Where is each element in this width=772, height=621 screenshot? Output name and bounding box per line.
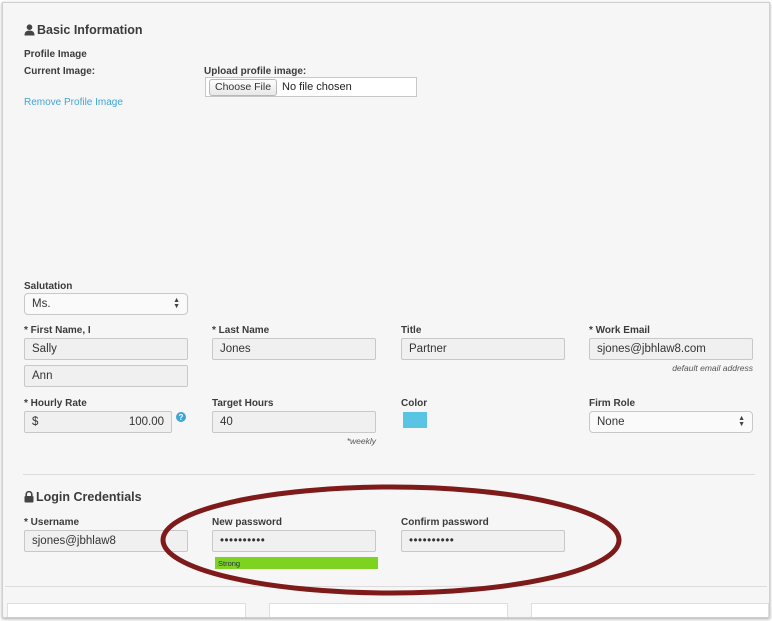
select-arrows-icon: ▲ ▼ — [173, 297, 180, 310]
salutation-label: Salutation — [24, 281, 73, 292]
last-name-value: Jones — [220, 343, 251, 355]
hourly-rate-label: * Hourly Rate — [24, 398, 87, 409]
bottom-column-2 — [269, 603, 508, 617]
work-email-value: sjones@jbhlaw8.com — [597, 343, 706, 355]
last-name-input[interactable]: Jones — [212, 338, 376, 360]
middle-name-value: Ann — [32, 370, 53, 382]
bottom-column-1 — [7, 603, 246, 617]
firm-role-select[interactable]: None ▲ ▼ — [589, 411, 753, 433]
confirm-password-value: •••••••••• — [409, 535, 455, 547]
work-email-hint: default email address — [672, 363, 753, 373]
bottom-divider — [5, 586, 767, 587]
new-password-label: New password — [212, 517, 283, 528]
target-hours-input[interactable]: 40 — [212, 411, 376, 433]
color-label: Color — [401, 398, 428, 409]
username-label: * Username — [24, 517, 80, 528]
confirm-password-label: Confirm password — [401, 517, 489, 528]
firm-role-label: Firm Role — [589, 398, 636, 409]
lock-icon — [24, 491, 34, 503]
choose-file-button[interactable]: Choose File — [209, 78, 278, 96]
salutation-value: Ms. — [32, 298, 51, 310]
target-hours-label: Target Hours — [212, 398, 274, 409]
password-strength-text: Strong — [218, 558, 241, 568]
work-email-label: * Work Email — [589, 325, 650, 336]
username-input[interactable]: sjones@jbhlaw8 — [24, 530, 188, 552]
work-email-input[interactable]: sjones@jbhlaw8.com — [589, 338, 753, 360]
first-name-label: * First Name, I — [24, 325, 91, 336]
bottom-column-3 — [531, 603, 769, 617]
title-input[interactable]: Partner — [401, 338, 565, 360]
basic-information-header: Basic Information — [24, 23, 143, 37]
user-icon — [24, 24, 35, 36]
confirm-password-input[interactable]: •••••••••• — [401, 530, 565, 552]
target-hours-hint: *weekly — [346, 436, 376, 446]
hourly-rate-value: 100.00 — [128, 416, 164, 428]
profile-image-file-input[interactable]: Choose File No file chosen — [205, 77, 417, 97]
salutation-select[interactable]: Ms. ▲ ▼ — [24, 293, 188, 315]
select-arrows-icon: ▲ ▼ — [738, 415, 745, 428]
first-name-value: Sally — [32, 343, 57, 355]
middle-name-input[interactable]: Ann — [24, 365, 188, 387]
currency-symbol: $ — [32, 416, 39, 428]
basic-information-title: Basic Information — [37, 23, 143, 37]
color-swatch[interactable] — [403, 412, 427, 428]
profile-image-label: Profile Image — [24, 49, 87, 60]
login-credentials-title: Login Credentials — [36, 490, 142, 504]
section-divider — [23, 474, 755, 475]
first-name-input[interactable]: Sally — [24, 338, 188, 360]
firm-role-value: None — [597, 416, 625, 428]
username-value: sjones@jbhlaw8 — [32, 535, 116, 547]
current-image-label: Current Image: — [24, 66, 96, 77]
user-settings-panel: Basic Information Profile Image Current … — [2, 2, 770, 618]
new-password-input[interactable]: •••••••••• — [212, 530, 376, 552]
password-strength-bar: Strong — [215, 557, 378, 569]
title-value: Partner — [409, 343, 447, 355]
login-credentials-header: Login Credentials — [24, 490, 142, 504]
target-hours-value: 40 — [220, 416, 233, 428]
remove-profile-image-link[interactable]: Remove Profile Image — [24, 97, 123, 108]
help-icon[interactable]: ? — [176, 412, 186, 422]
title-label: Title — [401, 325, 422, 336]
new-password-value: •••••••••• — [220, 535, 266, 547]
hourly-rate-input[interactable]: $ 100.00 — [24, 411, 172, 433]
last-name-label: * Last Name — [212, 325, 270, 336]
upload-profile-image-label: Upload profile image: — [204, 66, 307, 77]
no-file-chosen-text: No file chosen — [282, 81, 352, 93]
